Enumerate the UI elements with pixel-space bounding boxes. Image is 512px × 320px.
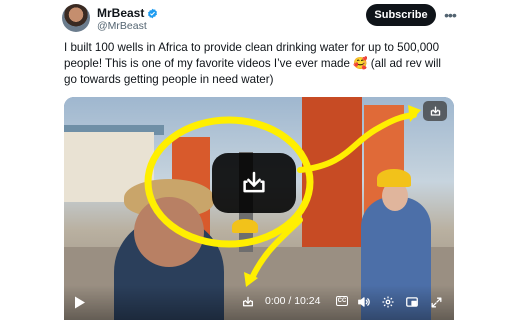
verified-badge-icon [148, 8, 158, 18]
download-icon [243, 171, 265, 193]
video-scene-hardhat [377, 169, 411, 187]
volume-button[interactable] [356, 294, 372, 310]
subscribe-button[interactable]: Subscribe [366, 4, 436, 26]
author-name[interactable]: MrBeast [97, 6, 144, 20]
captions-button[interactable]: CC [336, 296, 348, 306]
play-button[interactable] [72, 294, 88, 310]
video-scene-rig [302, 97, 362, 247]
picture-in-picture-icon [406, 297, 418, 307]
download-button-large[interactable] [212, 153, 296, 213]
time-display: 0:00 / 10:24 [265, 295, 321, 307]
fullscreen-icon [431, 297, 441, 307]
download-button-controls[interactable] [240, 294, 256, 310]
author-handle[interactable]: @MrBeast [97, 20, 147, 32]
gear-icon [382, 296, 394, 308]
download-button-top[interactable] [423, 101, 447, 121]
download-icon [430, 106, 440, 116]
video-scene-face [134, 197, 204, 267]
download-icon [242, 296, 254, 307]
video-controls: 0:00 / 10:24 CC [64, 285, 454, 320]
fullscreen-button[interactable] [428, 294, 444, 310]
play-icon [75, 296, 85, 308]
tweet-text: I built 100 wells in Africa to provide c… [64, 41, 442, 86]
more-horizontal-icon[interactable]: ••• [442, 7, 458, 23]
settings-button[interactable] [380, 294, 396, 310]
avatar[interactable] [62, 4, 90, 32]
author-name-row: MrBeast [97, 6, 158, 20]
video-scene-hardhat [232, 219, 258, 233]
volume-icon [358, 297, 370, 307]
pip-button[interactable] [404, 294, 420, 310]
